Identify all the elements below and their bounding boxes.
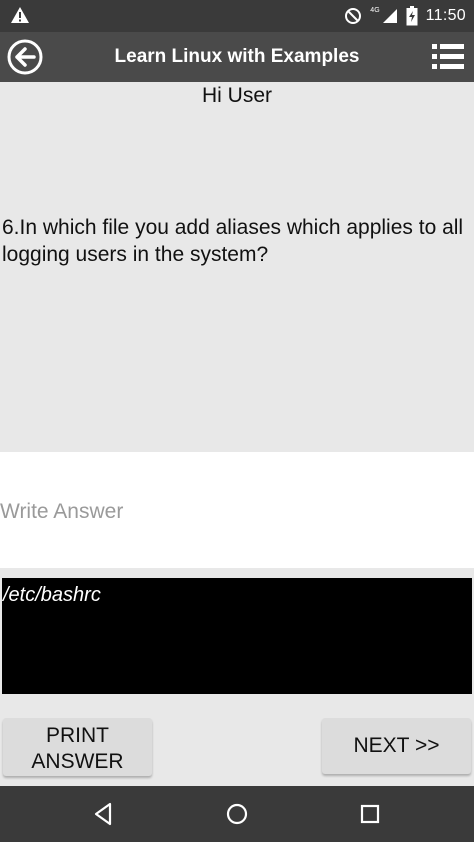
- app-bar: Learn Linux with Examples: [0, 32, 474, 82]
- do-not-disturb-icon: [345, 8, 362, 24]
- status-time: 11:50: [425, 7, 466, 24]
- answer-input[interactable]: [0, 492, 470, 532]
- nav-home-icon[interactable]: [223, 800, 251, 828]
- greeting-text: Hi User: [201, 84, 272, 107]
- nav-recents-icon[interactable]: [356, 800, 384, 828]
- network-type-label: 4G: [370, 6, 380, 14]
- list-menu-icon[interactable]: [432, 42, 464, 72]
- battery-icon: [406, 6, 418, 26]
- next-button[interactable]: NEXT >>: [322, 718, 471, 774]
- answer-area: [0, 452, 474, 568]
- print-answer-button[interactable]: PRINT ANSWER: [3, 718, 152, 776]
- status-bar: 4G 11:50: [0, 0, 474, 32]
- answer-display: /etc/bashrc: [2, 578, 472, 694]
- nav-back-icon[interactable]: [90, 800, 118, 828]
- navigation-bar: [0, 786, 474, 842]
- warning-icon: [11, 7, 29, 23]
- app-title: Learn Linux with Examples: [114, 46, 360, 67]
- signal-icon: [382, 9, 397, 23]
- question-text: 6.In which file you add aliases which ap…: [2, 216, 464, 266]
- status-icons: 4G 11:50: [344, 0, 466, 32]
